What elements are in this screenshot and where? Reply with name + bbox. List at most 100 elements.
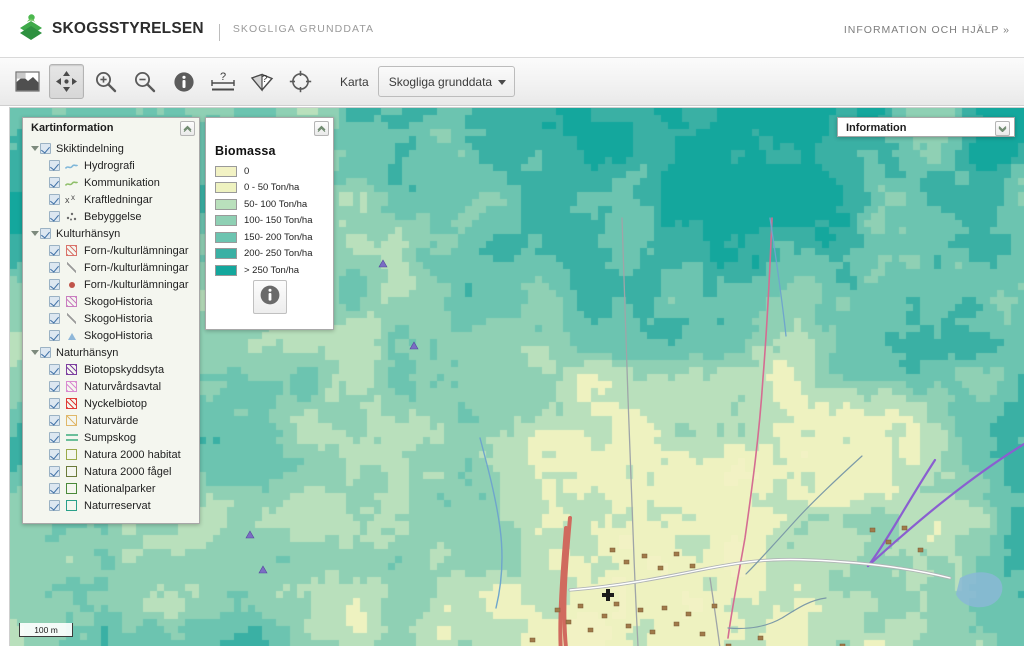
layer-symbol-icon xyxy=(65,381,79,392)
expand-arrow-icon[interactable] xyxy=(29,350,40,355)
chevron-down-icon[interactable] xyxy=(995,121,1010,136)
layer-item-checkbox[interactable] xyxy=(49,466,60,477)
layer-item[interactable]: SkogoHistoria xyxy=(27,327,199,344)
legend-info-button[interactable] xyxy=(253,280,287,314)
layer-item[interactable]: SkogoHistoria xyxy=(27,310,199,327)
pan-arrows-icon xyxy=(55,70,78,93)
overview-map-icon xyxy=(15,71,40,92)
layer-item-checkbox[interactable] xyxy=(49,330,60,341)
legend-row: 200- 250 Ton/ha xyxy=(215,246,333,263)
measure-distance-button[interactable]: ? xyxy=(205,64,240,99)
layer-item[interactable]: Nationalparker xyxy=(27,480,199,497)
layer-item-label: Natura 2000 fågel xyxy=(84,465,172,478)
main-toolbar: ? ? Karta Skogliga grunddata xyxy=(0,58,1024,106)
layer-item-label: Forn-/kulturlämningar xyxy=(84,244,189,257)
layer-item-checkbox[interactable] xyxy=(49,364,60,375)
legend-label: 50- 100 Ton/ha xyxy=(244,198,308,210)
layer-item-label: Kraftledningar xyxy=(84,193,153,206)
brand-name: SKOGSSTYRELSEN xyxy=(52,20,204,37)
layer-group-naturh-nsyn[interactable]: Naturhänsyn xyxy=(27,344,199,361)
layer-item[interactable]: x x Kraftledningar xyxy=(27,191,199,208)
layer-symbol-icon xyxy=(65,466,79,477)
layer-item-checkbox[interactable] xyxy=(49,279,60,290)
overview-map-button[interactable] xyxy=(10,64,45,99)
layer-symbol-icon xyxy=(65,245,79,256)
layer-item-checkbox[interactable] xyxy=(49,160,60,171)
layer-item-checkbox[interactable] xyxy=(49,415,60,426)
layer-item[interactable]: SkogoHistoria xyxy=(27,293,199,310)
locate-button[interactable] xyxy=(283,64,318,99)
layer-item-checkbox[interactable] xyxy=(49,432,60,443)
layer-item-checkbox[interactable] xyxy=(49,483,60,494)
map-canvas[interactable]: Kartinformation Skiktindelning Hydrografi… xyxy=(9,107,1024,646)
layer-item[interactable]: Forn-/kulturlämningar xyxy=(27,276,199,293)
layer-item-checkbox[interactable] xyxy=(49,177,60,188)
layer-item[interactable]: Natura 2000 habitat xyxy=(27,446,199,463)
map-information-panel: Kartinformation Skiktindelning Hydrografi… xyxy=(22,117,200,524)
layer-item-checkbox[interactable] xyxy=(49,296,60,307)
legend-rows: 0 0 - 50 Ton/ha 50- 100 Ton/ha 100- 150 Ton… xyxy=(215,163,333,279)
layer-item[interactable]: Biotopskyddsyta xyxy=(27,361,199,378)
legend-row: 0 - 50 Ton/ha xyxy=(215,180,333,197)
information-panel: Information xyxy=(837,117,1015,137)
legend-swatch xyxy=(215,264,237,276)
layer-item-checkbox[interactable] xyxy=(49,262,60,273)
svg-text:?: ? xyxy=(262,74,268,85)
layer-item-checkbox[interactable] xyxy=(49,313,60,324)
layer-item-checkbox[interactable] xyxy=(49,194,60,205)
brand-subtitle: SKOGLIGA GRUNDDATA xyxy=(232,23,375,35)
information-panel-title: Information xyxy=(846,122,907,134)
measure-area-button[interactable]: ? xyxy=(244,64,279,99)
layer-group-checkbox[interactable] xyxy=(40,143,51,154)
brand: SKOGSSTYRELSEN SKOGLIGA GRUNDDATA xyxy=(14,9,374,49)
layer-symbol-icon xyxy=(65,211,79,222)
layer-item-checkbox[interactable] xyxy=(49,211,60,222)
map-layer-select[interactable]: Skogliga grunddata xyxy=(377,66,516,97)
layer-item[interactable]: Naturreservat xyxy=(27,497,199,514)
expand-arrow-icon[interactable] xyxy=(29,231,40,236)
layer-item[interactable]: Bebyggelse xyxy=(27,208,199,225)
layer-symbol-icon xyxy=(65,449,79,460)
identify-button[interactable] xyxy=(166,64,201,99)
layer-group-skiktindelning[interactable]: Skiktindelning xyxy=(27,140,199,157)
legend-row: 150- 200 Ton/ha xyxy=(215,229,333,246)
layer-item-checkbox[interactable] xyxy=(49,245,60,256)
layer-item[interactable]: Naturvårdsavtal xyxy=(27,378,199,395)
legend-swatch xyxy=(215,165,237,177)
layer-item[interactable]: Forn-/kulturlämningar xyxy=(27,242,199,259)
layer-group-checkbox[interactable] xyxy=(40,347,51,358)
layer-item-checkbox[interactable] xyxy=(49,449,60,460)
layer-item-label: Kommunikation xyxy=(84,176,160,189)
zoom-out-button[interactable] xyxy=(127,64,162,99)
layer-item[interactable]: Kommunikation xyxy=(27,174,199,191)
layer-item-label: Naturvårdsavtal xyxy=(84,380,162,393)
chevron-up-icon[interactable] xyxy=(180,121,195,136)
layer-item-checkbox[interactable] xyxy=(49,398,60,409)
layer-group-kulturh-nsyn[interactable]: Kulturhänsyn xyxy=(27,225,199,242)
layer-item-label: Forn-/kulturlämningar xyxy=(84,261,189,274)
map-select-label: Karta xyxy=(340,74,369,89)
zoom-in-button[interactable] xyxy=(88,64,123,99)
layer-item-checkbox[interactable] xyxy=(49,381,60,392)
legend-label: 100- 150 Ton/ha xyxy=(244,215,313,227)
legend-panel: Biomassa 0 0 - 50 Ton/ha 50- 100 Ton/ha 100… xyxy=(205,117,334,330)
area-question-icon: ? xyxy=(249,71,275,93)
layer-item[interactable]: Sumpskog xyxy=(27,429,199,446)
svg-text:x: x xyxy=(65,195,70,205)
layer-item[interactable]: Naturvärde xyxy=(27,412,199,429)
layer-symbol-icon: xx xyxy=(65,193,79,205)
layer-item[interactable]: Forn-/kulturlämningar xyxy=(27,259,199,276)
information-and-help-link[interactable]: INFORMATION OCH HJÄLP » xyxy=(844,24,1010,36)
expand-arrow-icon[interactable] xyxy=(29,146,40,151)
measure-question-icon: ? xyxy=(210,71,236,93)
layer-item-checkbox[interactable] xyxy=(49,500,60,511)
layer-item[interactable]: Natura 2000 fågel xyxy=(27,463,199,480)
layer-symbol-icon xyxy=(65,330,79,341)
pan-tool-button[interactable] xyxy=(49,64,84,99)
legend-body: Biomassa 0 0 - 50 Ton/ha 50- 100 Ton/ha 100… xyxy=(206,138,333,279)
layer-group-checkbox[interactable] xyxy=(40,228,51,239)
legend-row: 100- 150 Ton/ha xyxy=(215,213,333,230)
layer-item[interactable]: Hydrografi xyxy=(27,157,199,174)
layer-item[interactable]: Nyckelbiotop xyxy=(27,395,199,412)
chevron-up-icon[interactable] xyxy=(314,121,329,136)
